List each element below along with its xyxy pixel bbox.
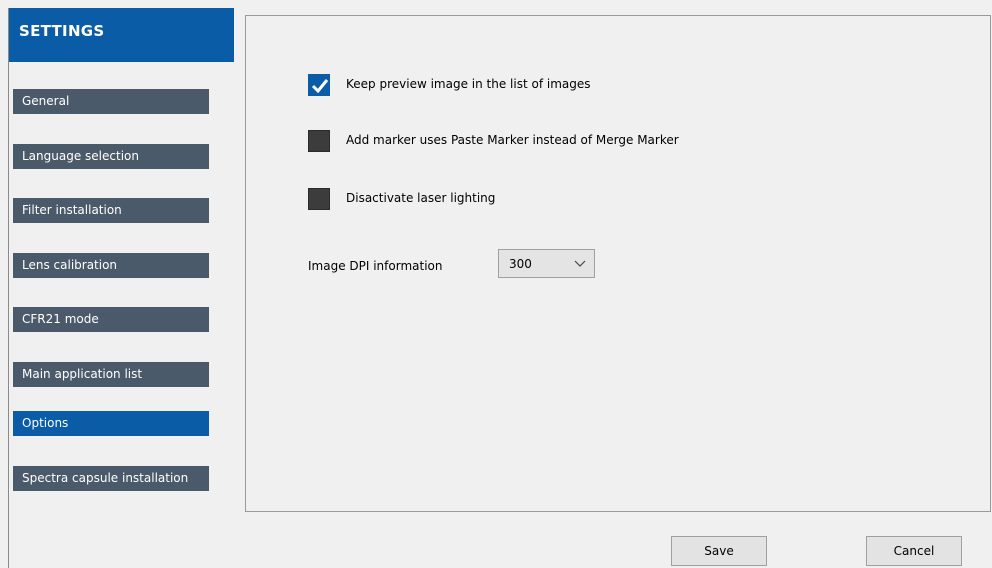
sidebar-item-spectra-capsule-installation[interactable]: Spectra capsule installation — [13, 466, 209, 491]
dpi-value: 300 — [509, 257, 532, 271]
sidebar-item-lens-calibration[interactable]: Lens calibration — [13, 253, 209, 278]
keep-preview-checkbox[interactable] — [308, 74, 330, 96]
keep-preview-label: Keep preview image in the list of images — [346, 77, 591, 91]
sidebar-item-general[interactable]: General — [13, 89, 209, 114]
options-panel: Keep preview image in the list of images… — [245, 15, 991, 512]
dpi-label: Image DPI information — [308, 259, 443, 273]
disable-laser-label: Disactivate laser lighting — [346, 191, 496, 205]
settings-sidebar: SETTINGS General Language selection Filt… — [8, 8, 234, 568]
save-button[interactable]: Save — [671, 536, 767, 566]
paste-marker-checkbox[interactable] — [308, 130, 330, 152]
sidebar-item-filter-installation[interactable]: Filter installation — [13, 198, 209, 223]
sidebar-item-cfr21-mode[interactable]: CFR21 mode — [13, 307, 209, 332]
paste-marker-label: Add marker uses Paste Marker instead of … — [346, 133, 679, 147]
dpi-dropdown[interactable]: 300 — [498, 249, 595, 278]
sidebar-item-main-application-list[interactable]: Main application list — [13, 362, 209, 387]
cancel-button[interactable]: Cancel — [866, 536, 962, 566]
chevron-down-icon — [574, 260, 586, 267]
sidebar-item-language-selection[interactable]: Language selection — [13, 144, 209, 169]
checkmark-icon — [311, 79, 329, 94]
settings-title: SETTINGS — [9, 8, 234, 62]
sidebar-item-options[interactable]: Options — [13, 411, 209, 436]
disable-laser-checkbox[interactable] — [308, 188, 330, 210]
